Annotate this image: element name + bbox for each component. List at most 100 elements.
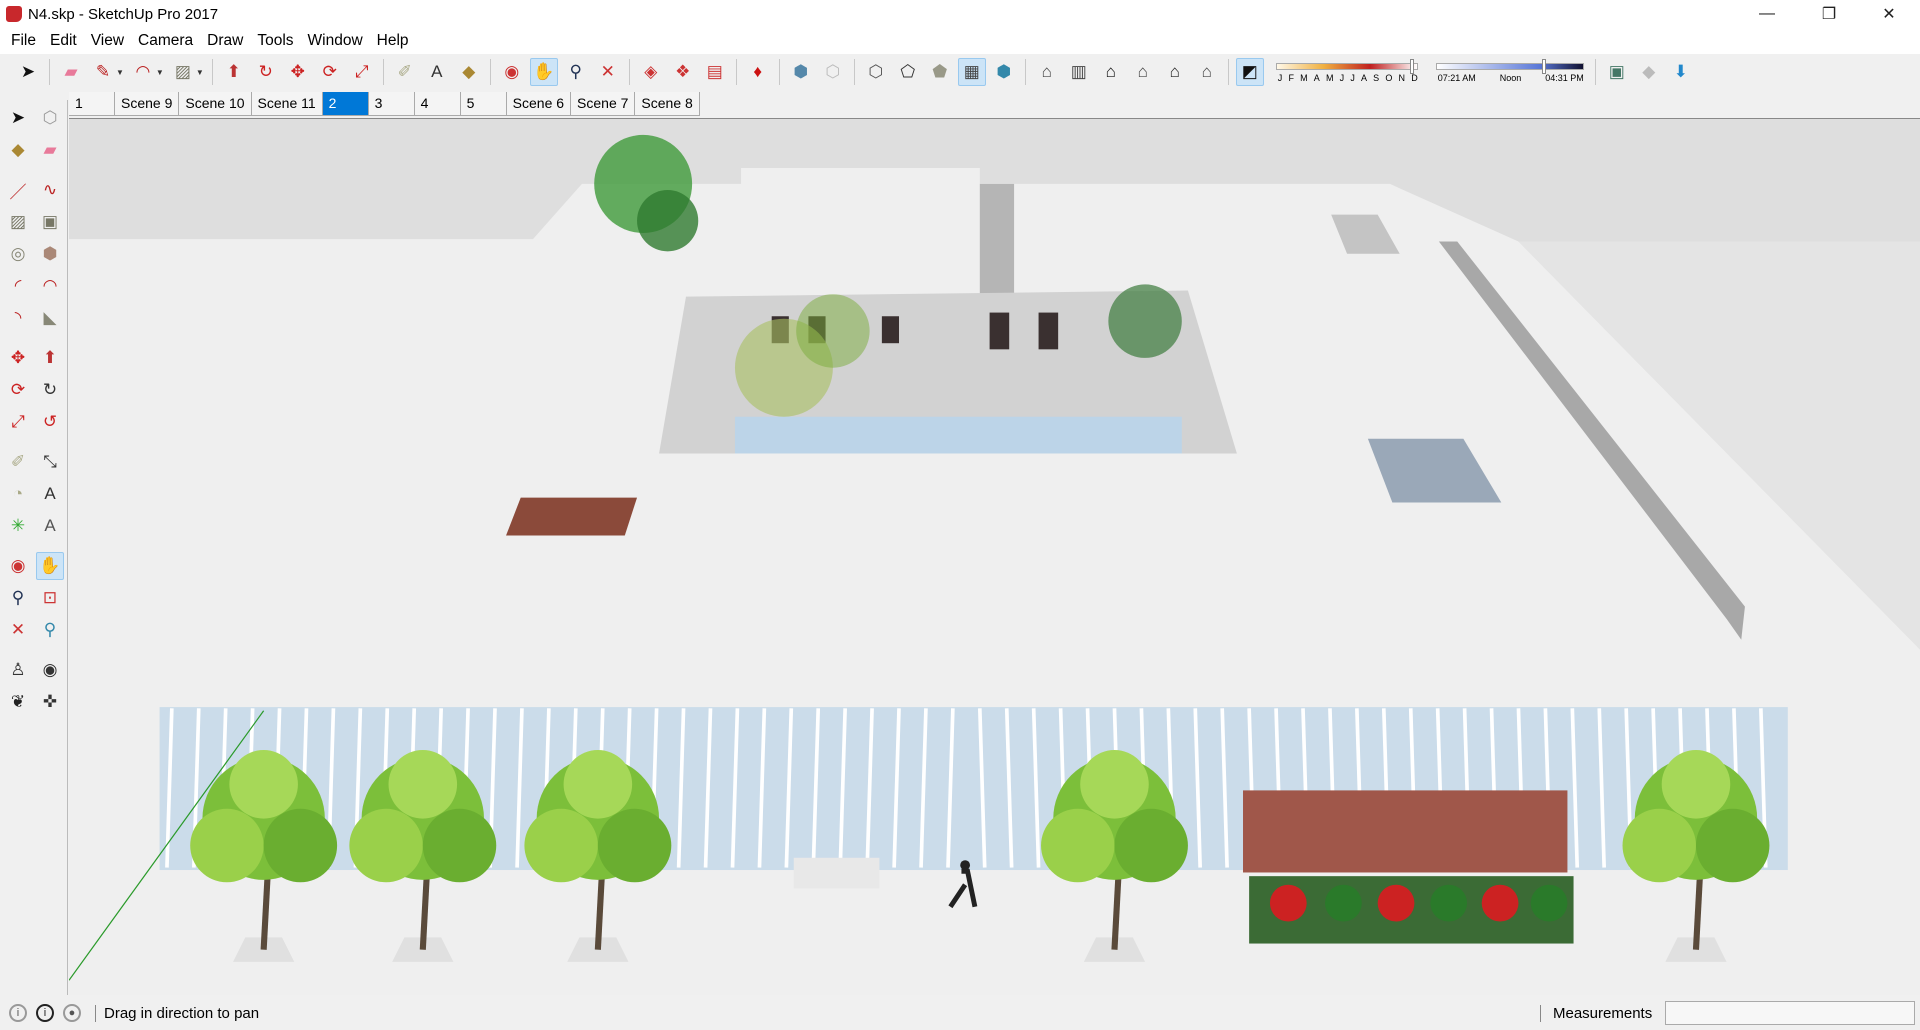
menu-window[interactable]: Window <box>301 32 370 50</box>
pencil-button[interactable]: ✎ <box>89 58 117 86</box>
view-top-button[interactable]: ▥ <box>1065 58 1093 86</box>
scene-tab[interactable]: 3 <box>368 92 415 115</box>
scene-tab[interactable]: 1 <box>69 92 115 115</box>
orbit-tool[interactable]: ◉ <box>4 552 32 580</box>
line-tool[interactable]: ／ <box>4 176 32 204</box>
chevron-down-icon[interactable]: ▼ <box>116 68 124 77</box>
axes-tool[interactable]: ✳ <box>4 512 32 540</box>
menu-edit[interactable]: Edit <box>43 32 84 50</box>
toggle-terrain-button[interactable]: ◆ <box>1635 58 1663 86</box>
iso-view-button[interactable]: ⬢ <box>787 58 815 86</box>
layout-button[interactable]: ▤ <box>701 58 729 86</box>
paint-bucket-button[interactable]: ◆ <box>455 58 483 86</box>
eraser-tool[interactable]: ▰ <box>36 136 64 164</box>
move-tool[interactable]: ✥ <box>4 344 32 372</box>
scene-tab[interactable]: Scene 7 <box>571 92 636 115</box>
arc-button[interactable]: ◠ <box>129 58 157 86</box>
text-button[interactable]: A <box>423 58 451 86</box>
follow-me-tool[interactable]: ↻ <box>36 376 64 404</box>
two-point-arc-tool[interactable]: ◠ <box>36 272 64 300</box>
tape-measure-tool[interactable]: ✐ <box>4 448 32 476</box>
text-tool[interactable]: A <box>36 480 64 508</box>
warehouse-button[interactable]: ◈ <box>637 58 665 86</box>
push-pull-button[interactable]: ⬆ <box>220 58 248 86</box>
scale-button[interactable]: ⤢ <box>348 58 376 86</box>
shaded-textures-button[interactable]: ▦ <box>957 58 986 86</box>
move-button[interactable]: ✥ <box>284 58 312 86</box>
polygon-tool[interactable]: ⬢ <box>36 240 64 268</box>
3d-text-tool[interactable]: A <box>36 512 64 540</box>
dimension-tool[interactable]: ⤡ <box>36 448 64 476</box>
menu-help[interactable]: Help <box>370 32 416 50</box>
position-camera-tool[interactable]: ♙ <box>4 656 32 684</box>
xray-button[interactable]: ⬡ <box>819 58 847 86</box>
time-slider[interactable]: 07:21 AM Noon 04:31 PM <box>1435 57 1584 87</box>
pan-tool[interactable]: ✋ <box>36 552 64 580</box>
chevron-down-icon[interactable]: ▼ <box>156 68 164 77</box>
shaded-button[interactable]: ⬟ <box>926 58 954 86</box>
scene-tab[interactable]: 2 <box>322 92 369 115</box>
shadows-button[interactable]: ◩ <box>1235 58 1264 86</box>
rotate-tool[interactable]: ⟳ <box>4 376 32 404</box>
pie-tool[interactable]: ◣ <box>36 304 64 332</box>
user-icon[interactable]: ● <box>63 1004 81 1022</box>
walk-tool[interactable]: ❦ <box>4 688 32 716</box>
select-tool[interactable]: ➤ <box>4 104 32 132</box>
protractor-tool[interactable]: ◔ <box>4 480 32 508</box>
zoom-button[interactable]: ⚲ <box>562 58 590 86</box>
circle-tool[interactable]: ◎ <box>4 240 32 268</box>
scene-tab[interactable]: Scene 9 <box>115 92 180 115</box>
three-point-arc-tool[interactable]: ◝ <box>4 304 32 332</box>
scale-tool[interactable]: ⤢ <box>4 408 32 436</box>
zoom-window-tool[interactable]: ⊡ <box>36 584 64 612</box>
eraser-button[interactable]: ▰ <box>57 58 85 86</box>
maximize-button[interactable]: ❐ <box>1806 0 1852 28</box>
pan-button[interactable]: ✋ <box>529 58 558 86</box>
freehand-tool[interactable]: ∿ <box>36 176 64 204</box>
geo-location-icon[interactable]: i <box>9 1004 27 1022</box>
3d-viewport[interactable] <box>69 118 1920 995</box>
month-slider-thumb[interactable] <box>1409 59 1414 74</box>
hidden-line-button[interactable]: ⬠ <box>894 58 922 86</box>
select-button[interactable]: ➤ <box>14 58 42 86</box>
zoom-extents-button[interactable]: ✕ <box>594 58 622 86</box>
scene-tab[interactable]: Scene 10 <box>179 92 252 115</box>
model-scene[interactable] <box>69 119 1920 995</box>
add-location-button[interactable]: ▣ <box>1603 58 1631 86</box>
arc-tool[interactable]: ◜ <box>4 272 32 300</box>
menu-draw[interactable]: Draw <box>200 32 250 50</box>
chevron-down-icon[interactable]: ▼ <box>196 68 204 77</box>
scene-tab[interactable]: Scene 6 <box>506 92 572 115</box>
view-back-button[interactable]: ⌂ <box>1161 58 1189 86</box>
rectangle-tool[interactable]: ▨ <box>4 208 32 236</box>
monochrome-button[interactable]: ⬢ <box>990 58 1018 86</box>
scene-tab[interactable]: Scene 8 <box>635 92 700 115</box>
rotated-rectangle-tool[interactable]: ▣ <box>36 208 64 236</box>
measurements-input[interactable] <box>1665 1001 1915 1025</box>
menu-view[interactable]: View <box>84 32 131 50</box>
menu-file[interactable]: File <box>4 32 43 50</box>
push-pull-tool[interactable]: ⬆ <box>36 344 64 372</box>
view-iso-button[interactable]: ⌂ <box>1033 58 1061 86</box>
scene-tab[interactable]: 4 <box>414 92 461 115</box>
close-button[interactable]: ✕ <box>1866 0 1912 28</box>
photo-textures-button[interactable]: ⬇ <box>1667 58 1695 86</box>
follow-me-button[interactable]: ↻ <box>252 58 280 86</box>
zoom-extents-tool[interactable]: ✕ <box>4 616 32 644</box>
rotate-button[interactable]: ⟳ <box>316 58 344 86</box>
look-around-tool[interactable]: ◉ <box>36 656 64 684</box>
ruby-button[interactable]: ♦ <box>744 58 772 86</box>
tape-measure-button[interactable]: ✐ <box>391 58 419 86</box>
menu-camera[interactable]: Camera <box>131 32 200 50</box>
time-slider-thumb[interactable] <box>1542 59 1547 74</box>
view-left-button[interactable]: ⌂ <box>1193 58 1221 86</box>
view-front-button[interactable]: ⌂ <box>1097 58 1125 86</box>
credits-icon[interactable]: i <box>36 1004 54 1022</box>
wireframe-button[interactable]: ⬡ <box>862 58 890 86</box>
extension-warehouse-button[interactable]: ❖ <box>669 58 697 86</box>
minimize-button[interactable]: — <box>1744 0 1790 28</box>
paint-bucket-tool[interactable]: ◆ <box>4 136 32 164</box>
previous-view-tool[interactable]: ⚲ <box>36 616 64 644</box>
zoom-tool[interactable]: ⚲ <box>4 584 32 612</box>
view-right-button[interactable]: ⌂ <box>1129 58 1157 86</box>
